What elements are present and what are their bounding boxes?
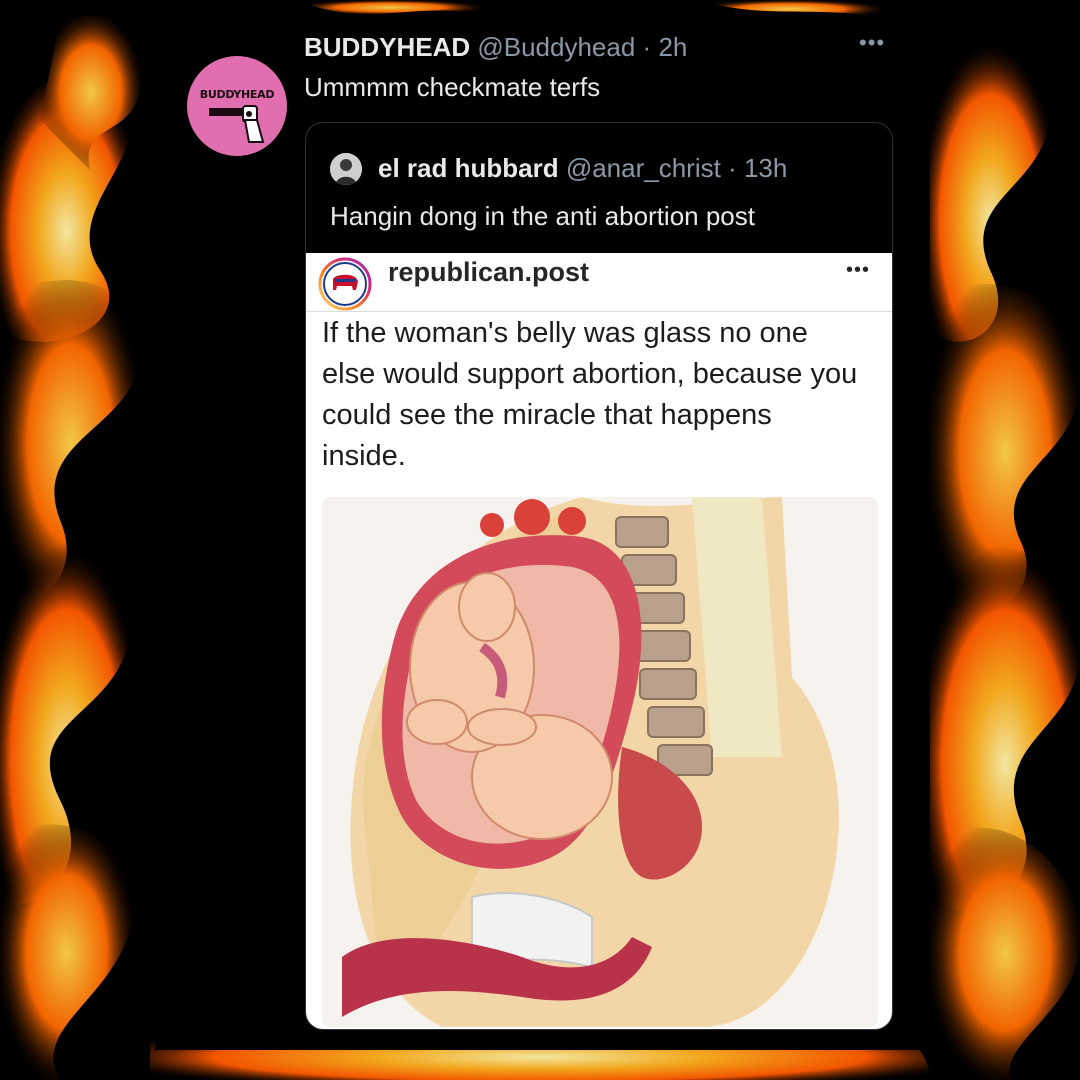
quoted-tweet-header: el rad hubbard @anar_christ · 13h	[378, 153, 787, 184]
author-handle[interactable]: @Buddyhead	[477, 32, 635, 62]
tweet-header: BUDDYHEAD @Buddyhead · 2h	[304, 32, 687, 63]
tweet-card[interactable]: BUDDYHEAD BUDDYHEAD @Buddyhead · 2h ••• …	[155, 22, 925, 1050]
embedded-divider	[306, 311, 892, 312]
pregnancy-anatomy-illustration	[322, 497, 878, 1027]
separator-dot: ·	[720, 153, 744, 183]
embedded-caption: If the woman's belly was glass no one el…	[322, 317, 858, 472]
quoted-tweet-text: Hangin dong in the anti abortion post	[330, 201, 755, 231]
revolver-icon	[209, 105, 265, 143]
more-horizontal-icon[interactable]: •••	[846, 259, 870, 282]
republican-post-avatar[interactable]	[318, 257, 372, 311]
more-horizontal-icon[interactable]: •••	[859, 30, 885, 56]
tweet-timestamp[interactable]: 2h	[658, 32, 687, 62]
quoted-tweet-card[interactable]: el rad hubbard @anar_christ · 13h Hangin…	[305, 122, 893, 1030]
quoted-tweet-timestamp[interactable]: 13h	[744, 153, 787, 183]
quoted-author-avatar[interactable]	[330, 153, 362, 185]
separator-dot: ·	[635, 32, 659, 62]
buddyhead-avatar[interactable]: BUDDYHEAD	[187, 56, 287, 156]
embedded-post-screenshot[interactable]: republican.post ••• If the woman's belly…	[306, 253, 892, 1029]
avatar-logo-text: BUDDYHEAD	[199, 88, 275, 101]
quoted-author-handle[interactable]: @anar_christ	[566, 153, 721, 183]
portrait-icon	[330, 153, 362, 185]
quoted-author-name[interactable]: el rad hubbard	[378, 153, 559, 183]
author-name[interactable]: BUDDYHEAD	[304, 32, 470, 62]
tweet-text: Ummmm checkmate terfs	[304, 72, 601, 102]
embedded-account-name[interactable]: republican.post	[388, 257, 589, 288]
